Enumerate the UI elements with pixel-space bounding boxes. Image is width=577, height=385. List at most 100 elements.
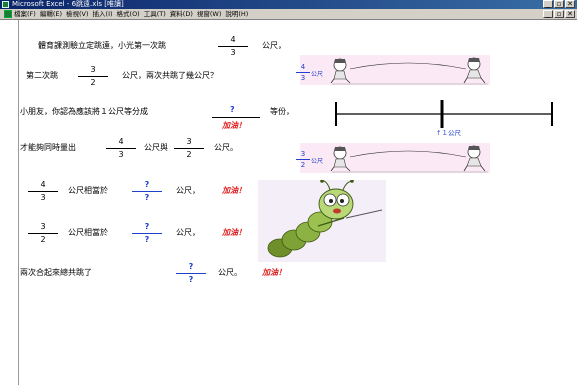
answer-denominator[interactable]: ? bbox=[132, 193, 162, 203]
q1-line1: 體育課測驗立定跳遠，小光第一次跳 bbox=[38, 41, 166, 50]
workbook-restore-button[interactable]: ▫ bbox=[554, 10, 564, 18]
close-button[interactable]: ✕ bbox=[565, 0, 575, 8]
fraction-denominator: 3 bbox=[118, 150, 124, 159]
fraction-bar bbox=[132, 191, 162, 192]
kid-start-icon bbox=[330, 146, 351, 172]
q1-fraction1: 4 3 bbox=[218, 35, 248, 58]
conv1-unit: 公尺， bbox=[176, 186, 200, 195]
workbook-controls: _ ▫ ✕ bbox=[543, 10, 575, 18]
fraction-bar bbox=[132, 233, 162, 234]
jump1-fraction: 4 3 bbox=[296, 63, 310, 82]
window-controls: _ ▫ ✕ bbox=[543, 0, 575, 8]
conv2-unit: 公尺， bbox=[176, 228, 200, 237]
jump1-unit: 公尺 bbox=[311, 71, 324, 78]
conv1-fraction: 4 3 bbox=[28, 180, 58, 203]
conv2-text: 公尺相當於 bbox=[68, 228, 108, 237]
total-answer[interactable]: ? ? bbox=[176, 262, 206, 285]
menu-window[interactable]: 視窗(W) bbox=[197, 9, 222, 19]
q2-mid: 公尺與 bbox=[144, 143, 168, 152]
fraction-bar bbox=[296, 72, 310, 73]
conv1-answer[interactable]: ? ? bbox=[132, 180, 162, 203]
answer-numerator[interactable]: ? bbox=[132, 222, 162, 232]
maximize-button[interactable]: ▫ bbox=[554, 0, 564, 8]
workbook-close-button[interactable]: ✕ bbox=[565, 10, 575, 18]
answer-denominator[interactable]: ? bbox=[176, 275, 206, 285]
fraction-numerator: 4 bbox=[230, 35, 236, 44]
fraction-numerator: 3 bbox=[300, 150, 306, 158]
sheet-left-edge bbox=[18, 20, 19, 385]
fraction-denominator: 2 bbox=[186, 150, 192, 159]
q2-fraction-a: 4 3 bbox=[106, 137, 136, 160]
fraction-numerator: 4 bbox=[40, 180, 46, 189]
workbook-icon[interactable] bbox=[4, 10, 12, 18]
total-cheer: 加油！ bbox=[262, 268, 286, 277]
answer-numerator[interactable]: ? bbox=[132, 180, 162, 190]
fraction-numerator: 4 bbox=[300, 63, 306, 71]
q2-text: 小朋友，你認為應該將１公尺等分成 bbox=[20, 107, 148, 116]
menu-insert[interactable]: 插入(I) bbox=[93, 9, 113, 19]
q1-fraction2: 3 2 bbox=[78, 65, 108, 88]
menu-edit[interactable]: 編輯(E) bbox=[40, 9, 62, 19]
menu-bar: 檔案(F) 編輯(E) 檢視(V) 插入(I) 格式(O) 工具(T) 資料(D… bbox=[0, 9, 577, 20]
meter-ruler bbox=[335, 100, 553, 128]
title-bar: Microsoft Excel - 6跳遠.xls [唯讀] _ ▫ ✕ bbox=[0, 0, 577, 9]
menu-view[interactable]: 檢視(V) bbox=[66, 9, 89, 19]
fraction-denominator: 2 bbox=[90, 78, 96, 87]
conv1-cheer: 加油！ bbox=[222, 186, 246, 195]
q1-line2-pre: 第二次跳 bbox=[26, 71, 58, 80]
q2-post: 等份， bbox=[270, 107, 294, 116]
q2-end: 公尺。 bbox=[214, 143, 238, 152]
kid-start-icon bbox=[330, 58, 351, 84]
fraction-numerator: 4 bbox=[118, 137, 124, 146]
q1-unit1: 公尺， bbox=[262, 41, 286, 50]
total-unit: 公尺。 bbox=[218, 268, 242, 277]
jump2-illustration bbox=[330, 145, 488, 173]
jump1-arc bbox=[349, 62, 467, 70]
caterpillar-mascot-image bbox=[267, 180, 383, 258]
conv2-cheer: 加油！ bbox=[222, 228, 246, 237]
q2-fraction-b: 3 2 bbox=[174, 137, 204, 160]
menu-help[interactable]: 說明(H) bbox=[225, 9, 248, 19]
conv2-answer[interactable]: ? ? bbox=[132, 222, 162, 245]
minimize-button[interactable]: _ bbox=[543, 0, 553, 8]
q1-line2-post: 公尺，兩次共跳了幾公尺？ bbox=[122, 71, 218, 80]
menu-tools[interactable]: 工具(T) bbox=[144, 9, 166, 19]
jump2-unit: 公尺 bbox=[311, 158, 324, 165]
menu-data[interactable]: 資料(D) bbox=[170, 9, 193, 19]
fraction-numerator: 3 bbox=[90, 65, 96, 74]
excel-app-icon[interactable] bbox=[2, 1, 9, 8]
q2-answer: ? bbox=[230, 105, 235, 114]
workbook-minimize-button[interactable]: _ bbox=[543, 10, 553, 18]
q2-cheer: 加油！ bbox=[222, 121, 246, 130]
fraction-bar bbox=[78, 76, 108, 77]
menu-file[interactable]: 檔案(F) bbox=[14, 9, 36, 19]
fraction-bar bbox=[28, 233, 58, 234]
kid-land-icon bbox=[463, 57, 486, 84]
jump1-illustration bbox=[330, 57, 488, 85]
answer-numerator[interactable]: ? bbox=[176, 262, 206, 272]
fraction-numerator: 3 bbox=[40, 222, 46, 231]
ruler-label: ↑１公尺 bbox=[436, 129, 461, 137]
fraction-denominator: 3 bbox=[230, 48, 236, 57]
fraction-numerator: 3 bbox=[186, 137, 192, 146]
fraction-bar bbox=[174, 148, 204, 149]
window-title: Microsoft Excel - 6跳遠.xls [唯讀] bbox=[12, 0, 124, 8]
fraction-bar bbox=[106, 148, 136, 149]
fraction-bar bbox=[218, 46, 248, 47]
kid-land-icon bbox=[463, 145, 486, 172]
conv2-fraction: 3 2 bbox=[28, 222, 58, 245]
fraction-bar bbox=[28, 191, 58, 192]
conv1-text: 公尺相當於 bbox=[68, 186, 108, 195]
fraction-denominator: 2 bbox=[40, 235, 46, 244]
total-text: 兩次合起來總共跳了 bbox=[20, 268, 92, 277]
jump2-fraction: 3 2 bbox=[296, 150, 310, 169]
answer-denominator[interactable]: ? bbox=[132, 235, 162, 245]
q2-answer-blank[interactable] bbox=[212, 117, 260, 118]
menu-format[interactable]: 格式(O) bbox=[117, 9, 140, 19]
fraction-denominator: 2 bbox=[300, 161, 306, 169]
fraction-denominator: 3 bbox=[40, 193, 46, 202]
fraction-bar bbox=[296, 159, 310, 160]
jump2-arc bbox=[349, 150, 467, 158]
fraction-bar bbox=[176, 273, 206, 274]
fraction-denominator: 3 bbox=[300, 74, 306, 82]
